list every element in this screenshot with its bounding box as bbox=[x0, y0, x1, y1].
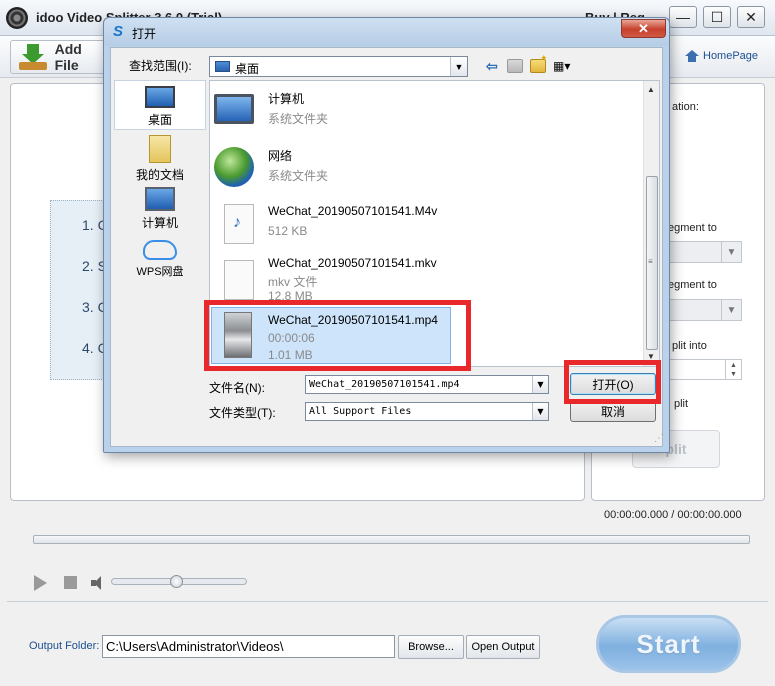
scroll-up-icon[interactable]: ▲ bbox=[647, 85, 655, 94]
volume-icon[interactable] bbox=[91, 576, 107, 590]
open-output-button[interactable]: Open Output bbox=[466, 635, 540, 659]
place-computer[interactable]: 计算机 bbox=[114, 187, 206, 231]
look-in-label: 查找范围(I): bbox=[129, 59, 192, 73]
network-globe-icon bbox=[214, 147, 254, 187]
file-name: 网络 bbox=[268, 149, 293, 163]
file-name-label: 文件名(N): bbox=[209, 381, 265, 395]
scroll-grip-icon: ≡ bbox=[648, 257, 653, 266]
desktop-icon bbox=[145, 86, 175, 108]
segment-to-label-2: egment to bbox=[668, 279, 717, 291]
look-in-select[interactable]: 桌面 ▼ bbox=[209, 56, 468, 77]
file-name: 计算机 bbox=[268, 92, 305, 106]
play-icon[interactable] bbox=[34, 575, 47, 591]
split-into-label: plit into bbox=[672, 340, 707, 352]
browse-button[interactable]: Browse... bbox=[398, 635, 464, 659]
file-type-label: 文件类型(T): bbox=[209, 406, 276, 420]
file-type: mkv 文件 bbox=[268, 275, 318, 289]
file-name-input[interactable]: WeChat_20190507101541.mp4 ▼ bbox=[305, 375, 549, 394]
file-name: WeChat_20190507101541.mkv bbox=[268, 256, 437, 270]
segment-select-2[interactable]: ▼ bbox=[666, 299, 742, 321]
time-readout: 00:00:00.000 / 00:00:00.000 bbox=[604, 509, 742, 521]
seek-bar[interactable] bbox=[33, 535, 750, 544]
output-folder-label: Output Folder: bbox=[29, 640, 100, 652]
output-folder-input[interactable]: C:\Users\Administrator\Videos\ bbox=[102, 635, 395, 658]
file-item[interactable]: 网络 系统文件夹 bbox=[214, 145, 644, 195]
file-name-value: WeChat_20190507101541.mp4 bbox=[309, 379, 460, 390]
file-item[interactable]: 计算机 系统文件夹 bbox=[214, 88, 644, 138]
maximize-button[interactable]: ☐ bbox=[703, 6, 731, 28]
up-folder-icon[interactable] bbox=[507, 59, 523, 73]
video-file-icon bbox=[224, 204, 254, 244]
desktop-folder-icon bbox=[215, 61, 230, 72]
computer-icon bbox=[145, 187, 175, 211]
add-file-icon bbox=[19, 44, 47, 70]
dialog-app-icon: S bbox=[113, 23, 124, 40]
chevron-down-icon[interactable]: ▼ bbox=[532, 403, 548, 420]
cloud-icon bbox=[143, 240, 177, 260]
place-wps-cloud-label: WPS网盘 bbox=[136, 266, 184, 278]
homepage-link[interactable]: HomePage bbox=[685, 50, 758, 62]
dialog-title: 打开 bbox=[132, 27, 157, 41]
file-item[interactable]: WeChat_20190507101541.M4v 512 KB bbox=[214, 202, 644, 252]
blank-file-icon bbox=[224, 260, 254, 300]
close-button[interactable]: ✕ bbox=[737, 6, 765, 28]
start-button[interactable]: Start bbox=[596, 615, 741, 673]
chevron-down-icon[interactable]: ▼ bbox=[450, 57, 467, 76]
add-file-button[interactable]: Add File bbox=[10, 40, 110, 74]
file-type: 系统文件夹 bbox=[268, 169, 329, 183]
look-in-value: 桌面 bbox=[235, 62, 260, 76]
file-list-scrollbar[interactable]: ▲ ≡ ▼ bbox=[643, 81, 659, 366]
highlight-box-selected-file bbox=[204, 300, 471, 371]
app-logo-icon bbox=[6, 7, 28, 29]
homepage-label: HomePage bbox=[703, 50, 759, 62]
split-into-stepper[interactable]: ▲ ▼ bbox=[666, 359, 742, 380]
duration-label: ation: bbox=[672, 101, 699, 113]
stop-icon[interactable] bbox=[64, 576, 77, 589]
chevron-down-icon: ▼ bbox=[721, 300, 741, 320]
file-item[interactable]: WeChat_20190507101541.mkv mkv 文件 12.8 MB bbox=[214, 252, 644, 303]
file-type-select[interactable]: All Support Files ▼ bbox=[305, 402, 549, 421]
chevron-down-icon[interactable]: ▼ bbox=[532, 376, 548, 393]
view-menu-icon[interactable]: ▦▾ bbox=[553, 59, 579, 73]
place-my-documents-label: 我的文档 bbox=[135, 168, 184, 182]
file-type: 系统文件夹 bbox=[268, 112, 329, 126]
place-desktop[interactable]: 桌面 bbox=[114, 80, 206, 130]
computer-icon bbox=[214, 94, 254, 124]
place-computer-label: 计算机 bbox=[141, 216, 178, 230]
documents-folder-icon bbox=[149, 135, 171, 163]
dialog-close-button[interactable]: ✕ bbox=[621, 19, 666, 38]
place-desktop-label: 桌面 bbox=[147, 113, 172, 127]
place-wps-cloud[interactable]: WPS网盘 bbox=[114, 240, 206, 279]
segment-to-label-1: egment to bbox=[668, 222, 717, 234]
file-size: 512 KB bbox=[268, 224, 308, 238]
split-label: plit bbox=[674, 398, 689, 410]
new-folder-icon[interactable] bbox=[530, 53, 548, 73]
add-file-label: Add File bbox=[54, 41, 82, 73]
back-arrow-icon[interactable]: ⇦ bbox=[486, 59, 502, 73]
resize-grip-icon[interactable]: ⋰ bbox=[654, 433, 664, 444]
file-name: WeChat_20190507101541.M4v bbox=[268, 204, 438, 218]
volume-slider-thumb[interactable] bbox=[170, 575, 183, 588]
segment-select-1[interactable]: ▼ bbox=[666, 241, 742, 263]
stepper-down-icon[interactable]: ▼ bbox=[725, 369, 741, 379]
file-type-value: All Support Files bbox=[309, 406, 412, 417]
highlight-box-open-button bbox=[564, 360, 661, 404]
dialog-title-bar: S 打开 ✕ bbox=[104, 18, 669, 46]
place-my-documents[interactable]: 我的文档 bbox=[114, 135, 206, 183]
home-icon bbox=[685, 50, 699, 62]
minimize-button[interactable]: — bbox=[669, 6, 697, 28]
chevron-down-icon: ▼ bbox=[721, 242, 741, 262]
